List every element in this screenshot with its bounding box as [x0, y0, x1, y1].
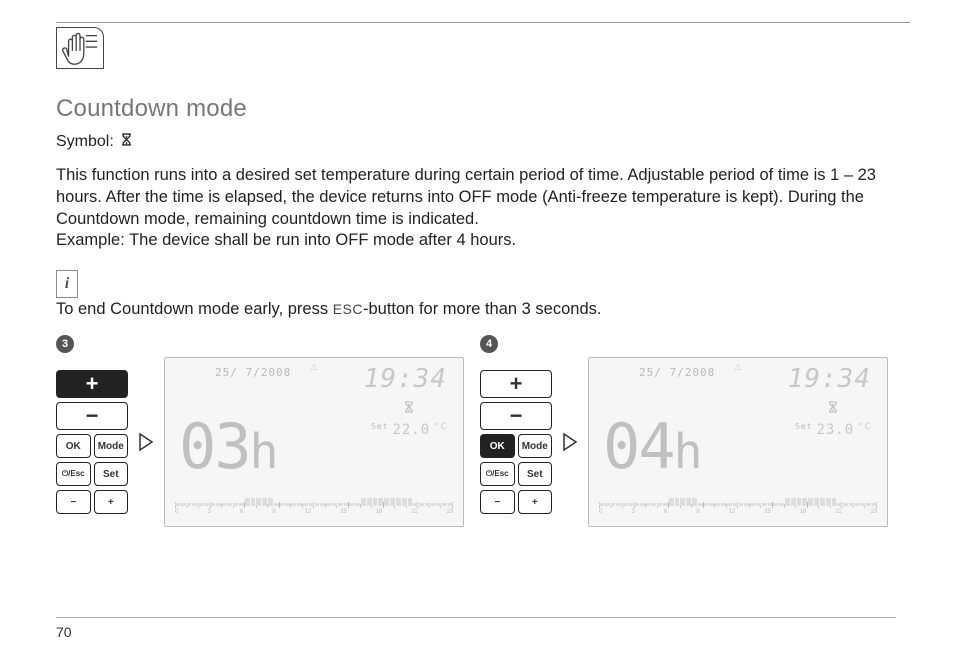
figure-step-4: 4 + − OK Mode ⏻/Esc Set − +: [480, 339, 888, 527]
small-minus-button[interactable]: −: [480, 490, 515, 514]
arrow-right-icon: [560, 432, 580, 452]
lcd-display: ⚠ 25/ 7/2008 19:34 Set23.0°C 04h 0369121…: [588, 357, 888, 527]
top-rule: [56, 22, 910, 23]
hourglass-icon: [403, 400, 415, 418]
small-plus-button[interactable]: +: [94, 490, 129, 514]
manual-page: Countdown mode Symbol: This function run…: [0, 0, 954, 660]
page-number: 70: [56, 617, 896, 640]
small-minus-button[interactable]: −: [56, 490, 91, 514]
set-button[interactable]: Set: [94, 462, 129, 486]
countdown-value: 03h: [179, 410, 277, 483]
warning-icon: ⚠: [734, 362, 742, 373]
step-badge: 3: [56, 335, 74, 353]
section-paragraph: This function runs into a desired set te…: [56, 165, 906, 252]
hourglass-icon: [120, 133, 133, 151]
info-text-after: -button for more than 3 seconds.: [363, 300, 601, 318]
arrow-right-icon: [136, 432, 156, 452]
display-time: 19:34: [364, 364, 447, 394]
keypad: + − OK Mode ⏻/Esc Set − +: [480, 370, 552, 514]
esc-button[interactable]: ⏻/Esc: [56, 462, 91, 486]
set-temperature: Set22.0°C: [371, 422, 447, 438]
minus-button[interactable]: −: [56, 402, 128, 430]
hourglass-icon: [827, 400, 839, 418]
mode-button[interactable]: Mode: [518, 434, 553, 458]
keypad: + − OK Mode ⏻/Esc Set − +: [56, 370, 128, 514]
symbol-line: Symbol:: [56, 133, 910, 151]
lcd-display: ⚠ 25/ 7/2008 19:34 Set22.0°C 03h 0369121…: [164, 357, 464, 527]
mode-button[interactable]: Mode: [94, 434, 129, 458]
ok-button[interactable]: OK: [56, 434, 91, 458]
figure-step-3: 3 + − OK Mode ⏻/Esc Set − +: [56, 339, 464, 527]
esc-keyword: ESC: [333, 301, 363, 317]
timeline: 03691215182123: [175, 490, 453, 520]
set-temperature: Set23.0°C: [795, 422, 871, 438]
esc-button[interactable]: ⏻/Esc: [480, 462, 515, 486]
figures-row: 3 + − OK Mode ⏻/Esc Set − +: [56, 339, 910, 527]
info-text: To end Countdown mode early, press ESC-b…: [56, 300, 910, 319]
plus-button[interactable]: +: [56, 370, 128, 398]
step-badge: 4: [480, 335, 498, 353]
timeline: 03691215182123: [599, 490, 877, 520]
countdown-value: 04h: [603, 410, 701, 483]
set-button[interactable]: Set: [518, 462, 553, 486]
warning-icon: ⚠: [310, 362, 318, 373]
small-plus-button[interactable]: +: [518, 490, 553, 514]
ok-button[interactable]: OK: [480, 434, 515, 458]
info-text-before: To end Countdown mode early, press: [56, 300, 333, 318]
display-time: 19:34: [788, 364, 871, 394]
symbol-label: Symbol:: [56, 133, 114, 151]
info-icon: i: [56, 270, 78, 298]
section-title: Countdown mode: [56, 95, 910, 123]
minus-button[interactable]: −: [480, 402, 552, 430]
manual-operation-icon: [56, 27, 104, 69]
plus-button[interactable]: +: [480, 370, 552, 398]
